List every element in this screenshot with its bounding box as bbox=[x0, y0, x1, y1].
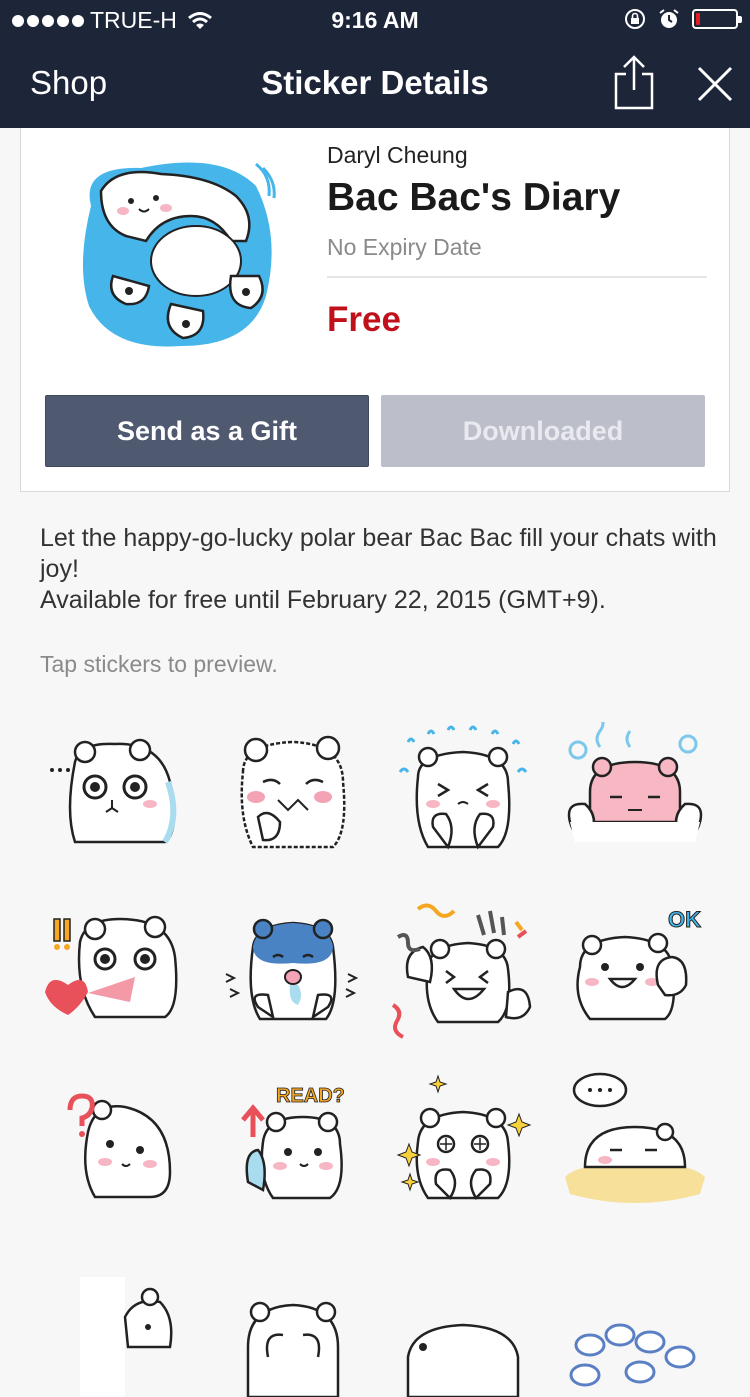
sticker-crying[interactable] bbox=[388, 722, 538, 872]
main-sticker-image bbox=[82, 162, 276, 347]
sticker-cover-face[interactable] bbox=[218, 1247, 368, 1397]
sticker-sleepy[interactable] bbox=[560, 1072, 710, 1222]
downloaded-button[interactable]: Downloaded bbox=[381, 395, 705, 467]
price-label: Free bbox=[327, 300, 401, 339]
battery-icon bbox=[692, 9, 742, 29]
sticker-read-text: READ? bbox=[276, 1085, 345, 1107]
sticker-speech-bubbles[interactable] bbox=[560, 1247, 710, 1397]
sticker-lying[interactable] bbox=[388, 1247, 538, 1397]
sticker-detail-card: Daryl Cheung Bac Bac's Diary No Expiry D… bbox=[20, 128, 730, 492]
sticker-worried[interactable] bbox=[218, 722, 368, 872]
sticker-drooling-blue[interactable] bbox=[218, 897, 368, 1047]
author-name: Daryl Cheung bbox=[327, 142, 468, 168]
sticker-shocked[interactable] bbox=[40, 722, 190, 872]
sticker-read[interactable]: READ? bbox=[218, 1072, 368, 1222]
pack-description: Let the happy-go-lucky polar bear Bac Ba… bbox=[40, 523, 720, 616]
orientation-lock-icon bbox=[625, 9, 645, 29]
sticker-ok[interactable]: OK bbox=[560, 897, 710, 1047]
status-right bbox=[624, 8, 742, 30]
sticker-sparkle[interactable] bbox=[388, 1072, 538, 1222]
pack-title: Bac Bac's Diary bbox=[327, 176, 621, 219]
sticker-peek[interactable] bbox=[40, 1247, 190, 1397]
sticker-love-shout[interactable] bbox=[40, 897, 190, 1047]
expiry-label: No Expiry Date bbox=[327, 234, 482, 260]
alarm-icon bbox=[659, 9, 679, 28]
svg-text:OK: OK bbox=[668, 907, 701, 932]
preview-hint: Tap stickers to preview. bbox=[40, 651, 278, 677]
sticker-question[interactable] bbox=[40, 1072, 190, 1222]
sticker-sweating-pink[interactable] bbox=[560, 722, 710, 872]
description-line-1: Let the happy-go-lucky polar bear Bac Ba… bbox=[40, 524, 717, 583]
navigation-bar: Shop Sticker Details bbox=[0, 40, 750, 128]
share-icon[interactable] bbox=[612, 54, 656, 110]
status-bar: TRUE-H 9:16 AM bbox=[0, 0, 750, 40]
sticker-party[interactable] bbox=[388, 897, 538, 1047]
close-icon[interactable] bbox=[695, 64, 735, 104]
divider bbox=[327, 276, 707, 278]
description-line-2: Available for free until February 22, 20… bbox=[40, 586, 606, 614]
send-as-gift-button[interactable]: Send as a Gift bbox=[45, 395, 369, 467]
